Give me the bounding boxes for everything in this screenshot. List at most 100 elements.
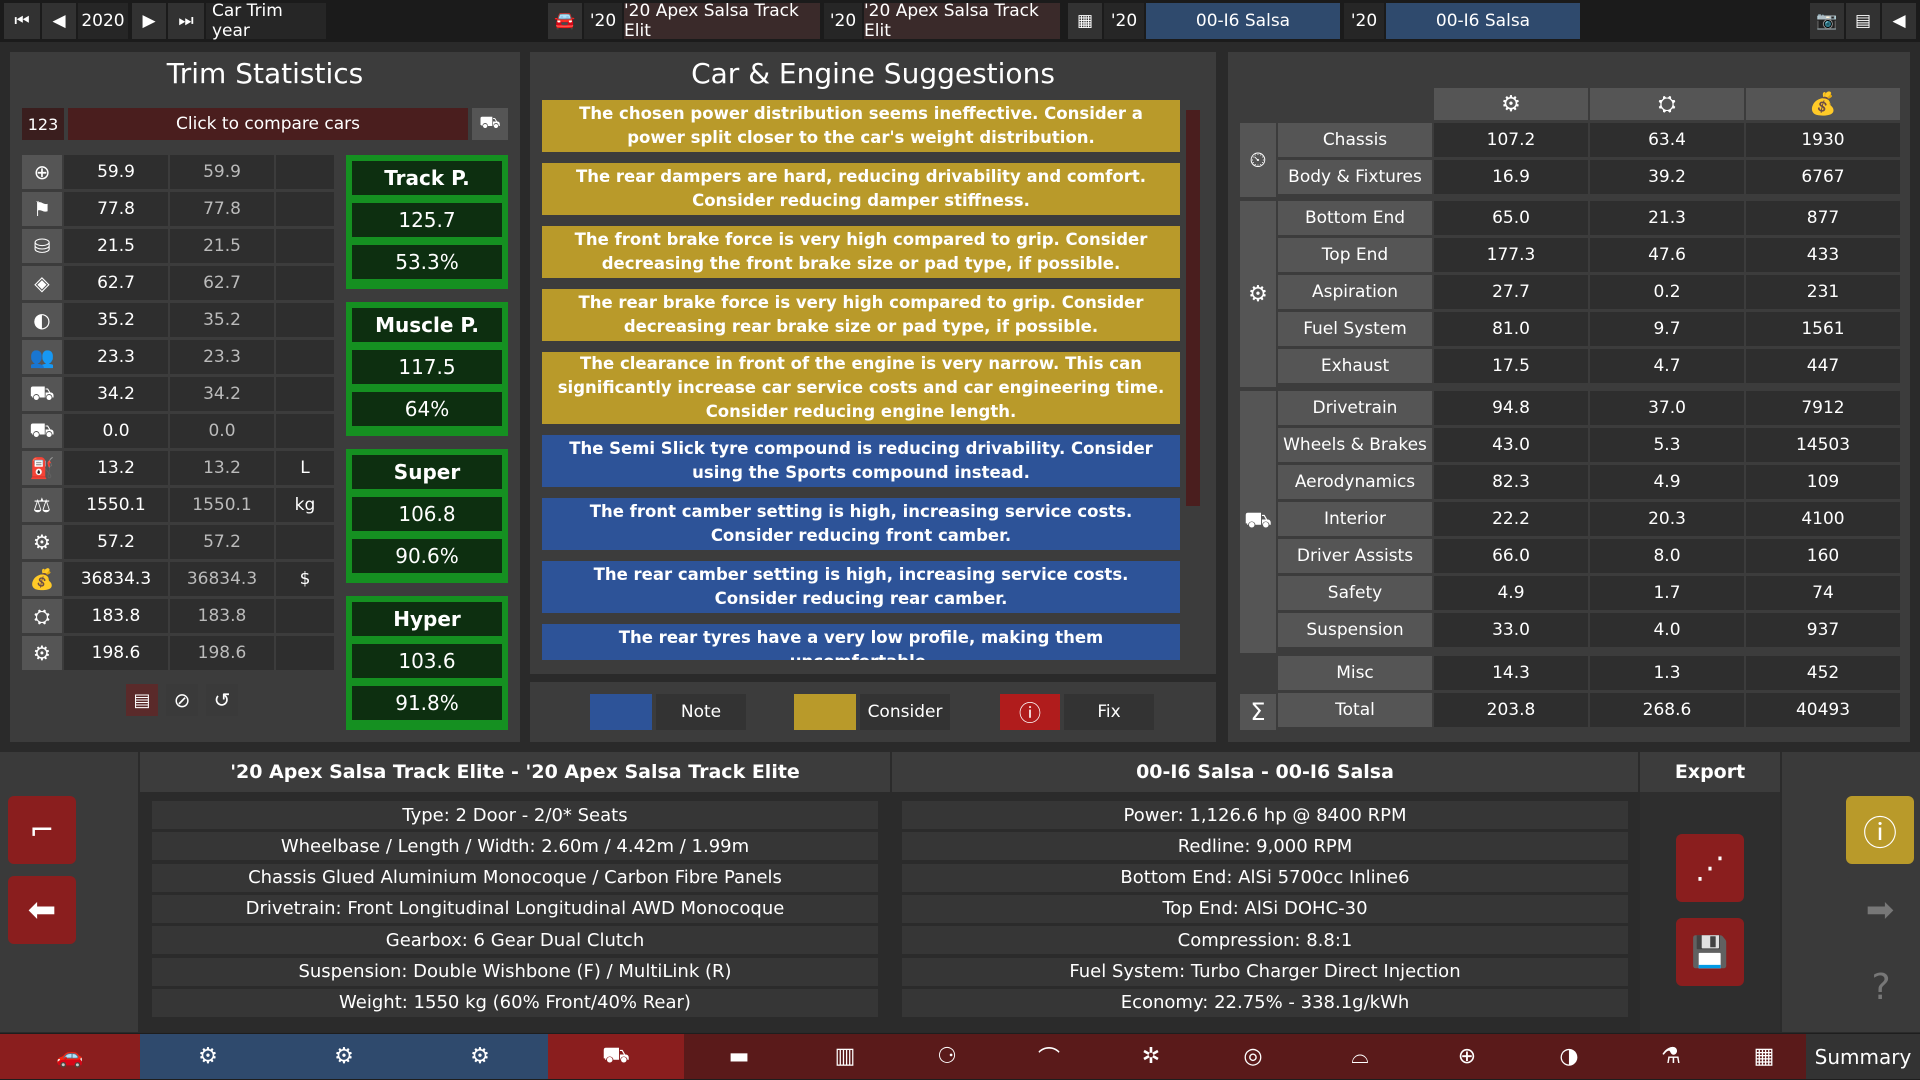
car1-select[interactable]: '20 Apex Salsa Track Elit	[624, 1, 820, 41]
trim-value: 23.3	[64, 340, 168, 374]
trim-value: 77.8	[64, 192, 168, 226]
nav-aero-icon[interactable]: ⌓	[1304, 1034, 1416, 1079]
cost-money: 40493	[1746, 693, 1900, 727]
cost-row-name: Interior	[1278, 502, 1432, 536]
nav-interior-icon[interactable]: ⊕	[1416, 1034, 1518, 1079]
trim-value: 57.2	[64, 525, 168, 559]
suggestion-item: The rear tyres have a very low profile, …	[542, 624, 1180, 660]
warning-button[interactable]: ⓘ	[1846, 796, 1914, 864]
help-icon[interactable]: ?	[1856, 962, 1906, 1012]
first-year-button[interactable]: ⏮	[4, 3, 40, 39]
trim-value: 34.2	[64, 377, 168, 411]
trim-compare-value: 36834.3	[170, 562, 274, 596]
camera-icon[interactable]: 📷	[1810, 3, 1844, 39]
nav-engine-variant-icon[interactable]: ⚙	[412, 1034, 548, 1079]
market-percent: 91.8%	[352, 686, 502, 720]
cost-eng-time: 4.9	[1434, 576, 1588, 610]
cost-eng-time: 107.2	[1434, 123, 1588, 157]
nav-suspension-icon[interactable]: ⌒	[998, 1034, 1100, 1079]
year-label: Car Trim year	[206, 1, 326, 41]
trim-compare-value: 0.0	[170, 414, 274, 448]
trim-unit	[276, 229, 334, 263]
next-year-button[interactable]: ▶	[132, 3, 166, 39]
calculator-icon[interactable]: ▤	[1846, 3, 1880, 39]
cost-money: 1561	[1746, 312, 1900, 346]
market-score: 106.8	[352, 497, 502, 531]
last-year-button[interactable]: ⏭	[168, 3, 204, 39]
clear-icon[interactable]: ⊘	[166, 684, 198, 716]
fix-label: Fix	[1064, 694, 1154, 730]
tire-icon: ◐	[22, 303, 62, 337]
nav-safety-icon[interactable]: ◑	[1518, 1034, 1620, 1079]
engine-group-icon: ⚙	[1240, 201, 1276, 387]
cost-money: 4100	[1746, 502, 1900, 536]
share-icon[interactable]: ⋰	[1676, 834, 1744, 902]
next-button[interactable]: ➡	[1846, 876, 1914, 944]
save-icon[interactable]: 💾	[1676, 918, 1744, 986]
compare-cars-button[interactable]: Click to compare cars	[68, 108, 468, 140]
nav-engine-design-icon[interactable]: ⚙	[140, 1034, 276, 1079]
export-panel	[1640, 792, 1780, 1032]
materials-cost-icon: ⛭	[1590, 88, 1744, 120]
engine2-select[interactable]: 00-I6 Salsa	[1386, 3, 1580, 39]
suggestions-list[interactable]: The chosen power distribution seems inef…	[542, 100, 1182, 660]
trim-unit	[276, 599, 334, 633]
trim-compare-value: 59.9	[170, 155, 274, 189]
nav-summary-tab[interactable]: Summary	[1806, 1034, 1920, 1079]
engine-info-title: 00-I6 Salsa - 00-I6 Salsa	[892, 752, 1638, 792]
suggestion-item: The front camber setting is high, increa…	[542, 498, 1180, 550]
trim-unit	[276, 377, 334, 411]
cost-row-name: Aerodynamics	[1278, 465, 1432, 499]
trim-value: 183.8	[64, 599, 168, 633]
trim-compare-value: 23.3	[170, 340, 274, 374]
car-info-line: Wheelbase / Length / Width: 2.60m / 4.42…	[152, 832, 878, 861]
trim-unit: $	[276, 562, 334, 596]
cost-row-name: Wheels & Brakes	[1278, 428, 1432, 462]
engine1-select[interactable]: 00-I6 Salsa	[1146, 3, 1340, 39]
trim-value: 0.0	[64, 414, 168, 448]
gear-wrench-icon: ⚙	[22, 636, 62, 670]
market-percent: 90.6%	[352, 539, 502, 573]
undo-icon[interactable]: ↺	[206, 684, 238, 716]
nav-car-trim-icon[interactable]: ⛟	[548, 1034, 684, 1079]
race-flag-icon: ⚑	[22, 192, 62, 226]
cost-eng-time: 203.8	[1434, 693, 1588, 727]
cost-materials: 20.3	[1590, 502, 1744, 536]
suggestion-item: The rear camber setting is high, increas…	[542, 561, 1180, 613]
cost-money: 1930	[1746, 123, 1900, 157]
chart-icon[interactable]: ⌐	[8, 796, 76, 864]
people-icon: 👥	[22, 340, 62, 374]
report-icon[interactable]: ▤	[126, 684, 158, 716]
compare-car-icon[interactable]: ⛟	[472, 108, 508, 140]
trim-compare-value: 183.8	[170, 599, 274, 633]
trim-value: 36834.3	[64, 562, 168, 596]
nav-seats-icon[interactable]: ▬	[684, 1034, 794, 1079]
prev-year-button[interactable]: ◀	[42, 3, 76, 39]
trim-unit	[276, 192, 334, 226]
cost-eng-time: 16.9	[1434, 160, 1588, 194]
nav-track-icon[interactable]: ▦	[1722, 1034, 1806, 1079]
market-score: 125.7	[352, 203, 502, 237]
car2-select[interactable]: '20 Apex Salsa Track Elit	[864, 1, 1060, 41]
nav-car-body-icon[interactable]: 🚗	[0, 1034, 140, 1079]
back-button[interactable]: ⬅	[8, 876, 76, 944]
year-value: 2020	[78, 3, 128, 39]
nav-chassis-icon[interactable]: ▥	[794, 1034, 896, 1079]
nav-wheels-icon[interactable]: ✲	[1100, 1034, 1202, 1079]
nav-engine-family-icon[interactable]: ⚙	[276, 1034, 412, 1079]
nav-drivetrain-icon[interactable]: ⚆	[896, 1034, 998, 1079]
market-box: Super 106.8 90.6%	[346, 449, 508, 583]
cost-row-name: Exhaust	[1278, 349, 1432, 383]
cost-materials: 37.0	[1590, 391, 1744, 425]
cost-eng-time: 82.3	[1434, 465, 1588, 499]
trim-compare-value: 57.2	[170, 525, 274, 559]
suggestions-scrollbar[interactable]	[1186, 110, 1200, 506]
cost-money: 452	[1746, 656, 1900, 690]
market-name: Track P.	[352, 161, 502, 195]
car-icon: 🚘	[548, 3, 582, 39]
engine-info-line: Compression: 8.8:1	[902, 926, 1628, 955]
cost-materials: 39.2	[1590, 160, 1744, 194]
nav-testing-icon[interactable]: ⚗	[1620, 1034, 1722, 1079]
nav-brakes-icon[interactable]: ◎	[1202, 1034, 1304, 1079]
back-arrow-icon[interactable]: ◀	[1882, 3, 1916, 39]
